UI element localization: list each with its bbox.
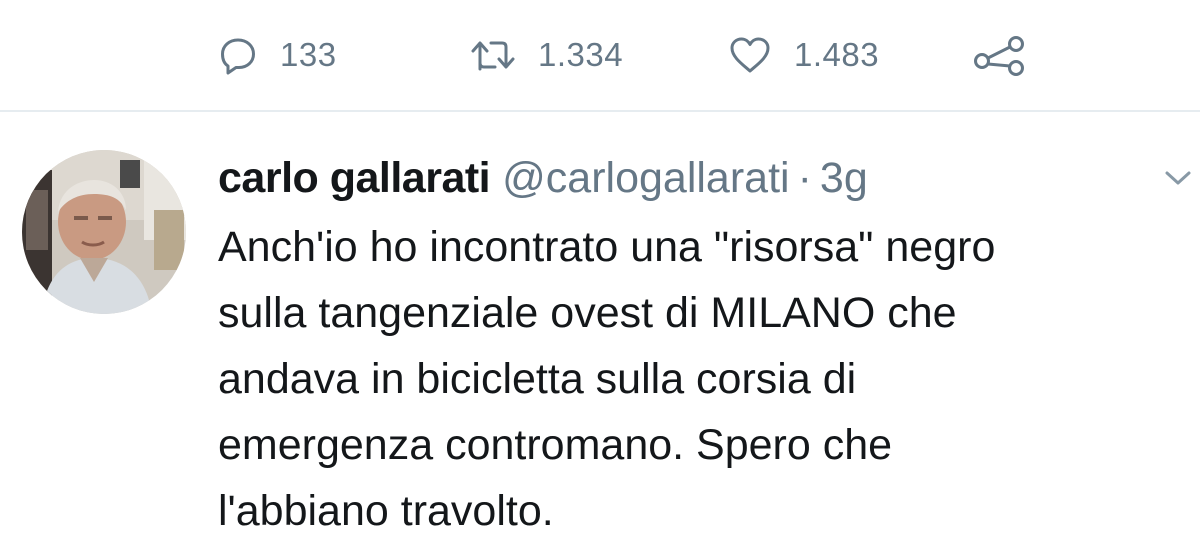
- heart-icon: [728, 35, 772, 75]
- reply-button[interactable]: 133: [218, 30, 337, 80]
- user-handle[interactable]: @carlogallarati: [502, 154, 789, 202]
- display-name[interactable]: carlo gallarati: [218, 154, 491, 202]
- tweet-text-line: andava in bicicletta sulla corsia di: [218, 355, 857, 403]
- share-icon: [972, 33, 1028, 77]
- tweet-text-line: emergenza contromano. Spero che: [218, 421, 893, 469]
- tweet-header: carlo gallarati @carlogallarati · 3g: [218, 152, 868, 204]
- tweet-text: Anch'io ho incontrato una "risorsa" negr…: [218, 214, 1188, 544]
- retweet-button[interactable]: 1.334: [470, 30, 623, 80]
- tweet-action-bar: 133 1.334 1.483: [0, 0, 1200, 110]
- like-count: 1.483: [794, 36, 880, 73]
- chevron-down-icon[interactable]: [1164, 166, 1192, 190]
- tweet-text-line: l'abbiano travolto.: [218, 487, 554, 535]
- avatar[interactable]: [22, 150, 186, 314]
- reply-icon: [218, 35, 258, 75]
- tweet-text-line: Anch'io ho incontrato una "risorsa" negr…: [218, 223, 996, 271]
- divider: [0, 110, 1200, 112]
- tweet-text-line: sulla tangenziale ovest di MILANO che: [218, 289, 957, 337]
- reply-count: 133: [280, 36, 337, 73]
- share-button[interactable]: [972, 30, 1028, 80]
- separator-dot: ·: [797, 154, 812, 202]
- tweet-timestamp[interactable]: 3g: [820, 154, 868, 202]
- like-button[interactable]: 1.483: [728, 30, 879, 80]
- retweet-count: 1.334: [538, 36, 624, 73]
- retweet-icon: [470, 35, 516, 75]
